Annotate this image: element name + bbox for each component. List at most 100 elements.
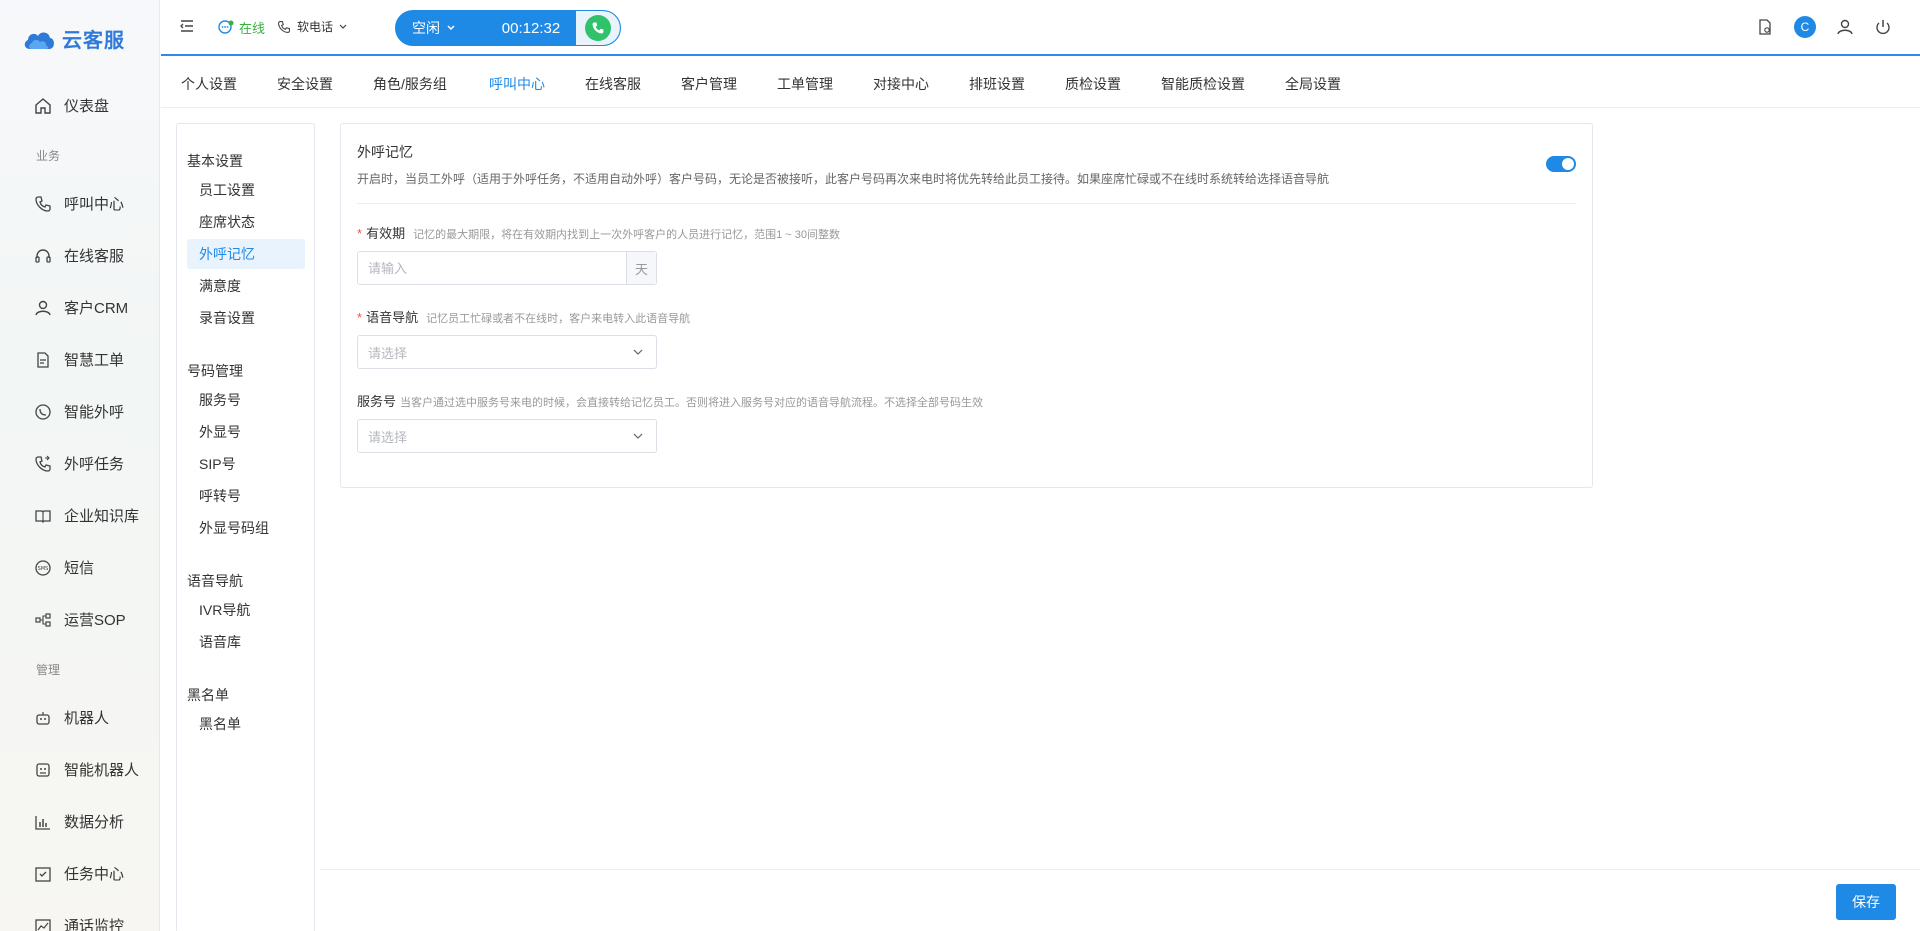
sidebar-item-label: 数据分析: [64, 814, 125, 831]
sidebar-item-label: 智能外呼: [64, 404, 125, 421]
action-footer: 保存: [320, 869, 1920, 931]
sidebar-item-label: 仪表盘: [64, 98, 110, 115]
submenu-item-voice-library[interactable]: 语音库: [187, 627, 305, 657]
service-number-label: 服务号 当客户通过选中服务号来电的时候，会直接转给记忆员工。否则将进入服务号对应的…: [357, 391, 983, 410]
agent-status[interactable]: 在线: [217, 18, 265, 37]
document-settings-icon[interactable]: [1756, 18, 1774, 36]
tab-global[interactable]: 全局设置: [1285, 74, 1341, 94]
voice-nav-select[interactable]: 请选择: [357, 335, 657, 369]
power-icon[interactable]: [1874, 18, 1892, 36]
menu-fold-icon: [180, 20, 193, 32]
tab-integration[interactable]: 对接中心: [873, 74, 929, 94]
chat-status-icon: [218, 19, 234, 34]
service-number-select[interactable]: 请选择: [357, 419, 657, 453]
validity-unit: 天: [626, 252, 656, 284]
card-description: 开启时，当员工外呼（适用于外呼任务，不适用自动外呼）客户号码，无论是否被接听，此…: [357, 172, 1330, 186]
submenu-item-staff[interactable]: 员工设置: [187, 175, 305, 205]
submenu-group-title: 黑名单: [187, 687, 229, 703]
user-icon: [35, 300, 51, 315]
sidebar-item-smart-outbound[interactable]: 智能外呼: [34, 401, 124, 422]
headset-icon: [35, 248, 51, 263]
whatsapp-icon: [35, 403, 51, 420]
tab-security[interactable]: 安全设置: [277, 74, 333, 94]
sidebar-item-task-center[interactable]: 任务中心: [34, 863, 124, 884]
sidebar-item-label: 客户CRM: [64, 300, 129, 317]
phone-mode-dropdown[interactable]: 软电话: [277, 18, 347, 35]
tab-customer[interactable]: 客户管理: [681, 74, 737, 94]
answer-call-button[interactable]: [576, 11, 620, 45]
voice-nav-label-text: 语音导航: [366, 310, 419, 325]
divider: [357, 203, 1576, 204]
chevron-down-icon: [339, 24, 347, 29]
submenu-item-forward-number[interactable]: 呼转号: [187, 481, 305, 511]
settings-tabs: 个人设置 安全设置 角色/服务组 呼叫中心 在线客服 客户管理 工单管理 对接中…: [161, 58, 1920, 108]
tab-schedule[interactable]: 排班设置: [969, 74, 1025, 94]
save-button[interactable]: 保存: [1836, 884, 1896, 920]
sidebar-item-outbound-task[interactable]: 外呼任务: [34, 453, 124, 474]
sidebar-item-knowledge-base[interactable]: 企业知识库: [34, 505, 139, 526]
sidebar-item-label: 通话监控: [64, 918, 125, 931]
collapse-menu-button[interactable]: [179, 18, 195, 37]
submenu-item-display-number-group[interactable]: 外显号码组: [187, 513, 305, 543]
sidebar-item-dashboard[interactable]: 仪表盘: [34, 95, 109, 116]
sms-icon: SMS: [35, 559, 51, 576]
top-right-actions: C: [1756, 16, 1892, 38]
nav-group-manage: 管理: [36, 663, 61, 677]
submenu-item-recording[interactable]: 录音设置: [187, 303, 305, 333]
submenu-item-seat-status[interactable]: 座席状态: [187, 207, 305, 237]
app-logo[interactable]: 云客服: [22, 24, 125, 53]
home-icon: [35, 97, 51, 114]
voice-nav-hint: 记忆员工忙碌或者不在线时，客户来电转入此语音导航: [426, 313, 691, 325]
avatar[interactable]: C: [1794, 16, 1816, 38]
flow-icon: [35, 612, 51, 627]
submenu-item-display-number[interactable]: 外显号: [187, 417, 305, 447]
tab-smart-quality[interactable]: 智能质检设置: [1161, 74, 1245, 94]
user-profile-icon[interactable]: [1836, 18, 1854, 36]
sidebar-item-label: 任务中心: [64, 866, 125, 883]
sidebar-item-call-monitor[interactable]: 通话监控: [34, 915, 124, 931]
sidebar-item-call-center[interactable]: 呼叫中心: [34, 193, 124, 214]
tab-roles[interactable]: 角色/服务组: [373, 74, 447, 94]
submenu-group-title: 号码管理: [187, 363, 243, 379]
sidebar-item-smart-ticket[interactable]: 智慧工单: [34, 349, 124, 370]
submenu-item-blacklist[interactable]: 黑名单: [187, 709, 305, 739]
tab-online-service[interactable]: 在线客服: [585, 74, 641, 94]
chevron-down-icon: [447, 25, 455, 31]
cloud-logo-icon: [24, 31, 54, 49]
outbound-memory-toggle[interactable]: [1546, 156, 1576, 172]
sidebar-item-operation-sop[interactable]: 运营SOP: [34, 609, 126, 630]
status-label: 在线: [239, 21, 266, 36]
sidebar-item-online-service[interactable]: 在线客服: [34, 245, 124, 266]
submenu-item-outbound-memory[interactable]: 外呼记忆: [187, 239, 305, 269]
sidebar-item-label: 机器人: [64, 710, 110, 727]
sidebar-item-label: 运营SOP: [64, 612, 126, 629]
sidebar-item-robot[interactable]: 机器人: [34, 707, 109, 728]
phone-task-icon: [35, 455, 51, 472]
monitor-icon: [35, 918, 51, 931]
submenu-item-sip-number[interactable]: SIP号: [187, 449, 305, 479]
sidebar-item-label: 呼叫中心: [64, 196, 125, 213]
smart-robot-icon: [36, 762, 50, 777]
voice-nav-label: * 语音导航 记忆员工忙碌或者不在线时，客户来电转入此语音导航: [357, 307, 690, 326]
submenu-item-ivr[interactable]: IVR导航: [187, 595, 305, 625]
tab-personal[interactable]: 个人设置: [181, 74, 237, 94]
card-title: 外呼记忆: [357, 144, 413, 160]
sidebar-item-label: 智能机器人: [64, 762, 140, 779]
tab-quality[interactable]: 质检设置: [1065, 74, 1121, 94]
tab-call-center[interactable]: 呼叫中心: [489, 74, 545, 94]
sidebar-item-smart-robot[interactable]: 智能机器人: [34, 759, 139, 780]
submenu-item-satisfaction[interactable]: 满意度: [187, 271, 305, 301]
document-icon: [37, 351, 49, 368]
call-state-dropdown[interactable]: 空闲: [396, 18, 488, 38]
app-name: 云客服: [62, 30, 125, 52]
submenu-group-title: 语音导航: [187, 573, 243, 589]
call-timer: 00:12:32: [501, 19, 561, 37]
sidebar-item-crm[interactable]: 客户CRM: [34, 297, 128, 318]
validity-input[interactable]: [358, 252, 626, 284]
submenu-item-service-number[interactable]: 服务号: [187, 385, 305, 415]
tab-ticket[interactable]: 工单管理: [777, 74, 833, 94]
sidebar-item-sms[interactable]: SMS 短信: [34, 557, 94, 578]
outbound-memory-card: 外呼记忆 开启时，当员工外呼（适用于外呼任务，不适用自动外呼）客户号码，无论是否…: [340, 123, 1593, 488]
chevron-down-icon: [633, 433, 643, 439]
sidebar-item-data-analysis[interactable]: 数据分析: [34, 811, 124, 832]
